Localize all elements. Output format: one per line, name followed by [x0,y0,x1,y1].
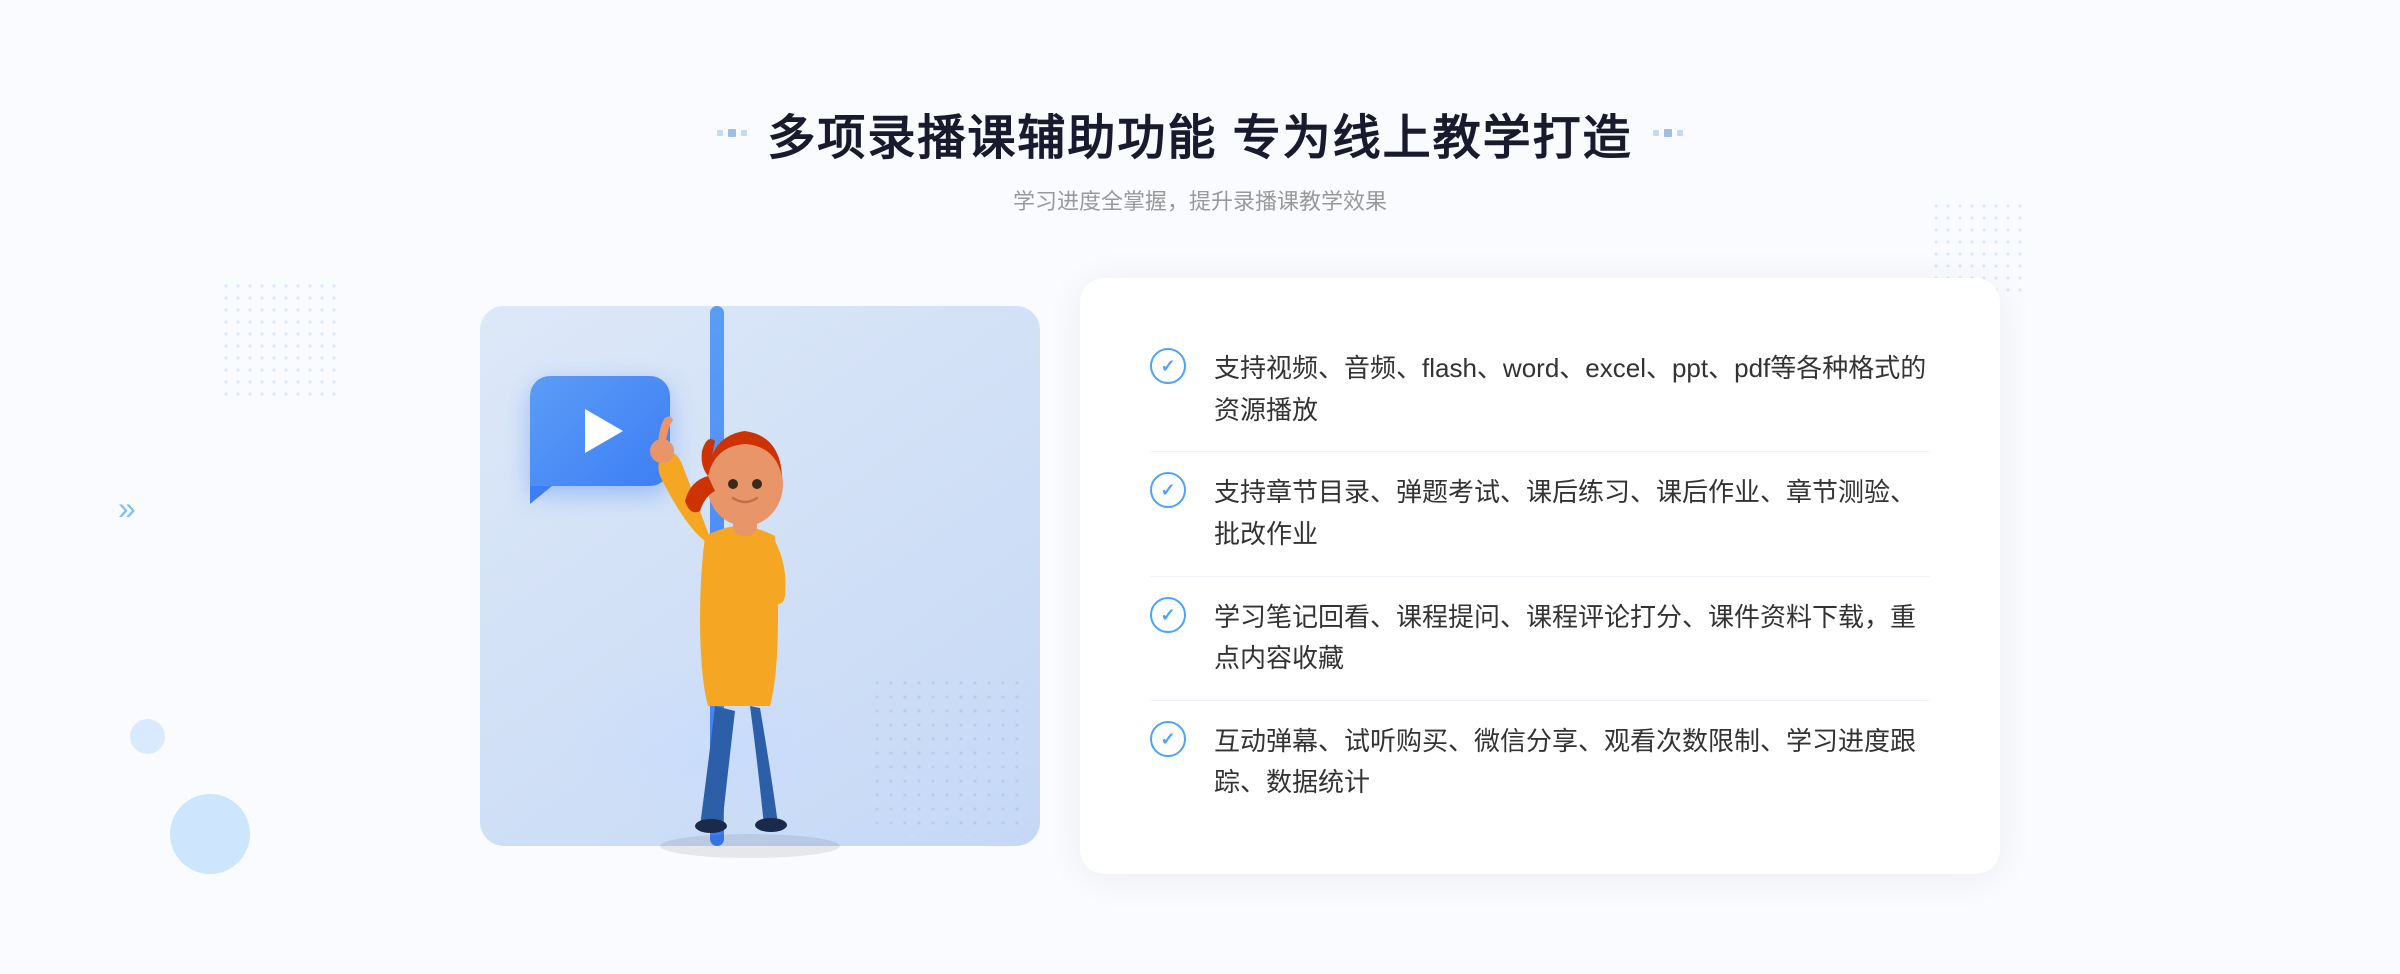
check-mark-3: ✓ [1160,606,1175,624]
title-row: 多项录播课辅助功能 专为线上教学打造 [717,98,1682,168]
image-panel [400,276,1080,876]
check-circle-4: ✓ [1150,721,1186,757]
title-dots-right [1653,129,1683,137]
title-dots-left [717,129,747,137]
feature-item-4: ✓ 互动弹幕、试听购买、微信分享、观看次数限制、学习进度跟踪、数据统计 [1150,700,1930,824]
dot-1 [717,130,723,136]
check-mark-4: ✓ [1160,730,1175,748]
feature-text-1: 支持视频、音频、flash、word、excel、ppt、pdf等各种格式的资源… [1214,348,1930,431]
check-circle-1: ✓ [1150,348,1186,384]
page-wrapper: » 多项录播课辅助功能 专为线上教学打造 学习进度全掌握，提升录播课教学效果 [0,0,2400,974]
dot-5 [1664,129,1672,137]
page-subtitle: 学习进度全掌握，提升录播课教学效果 [717,184,1682,216]
circle-decoration-small [130,719,165,754]
feature-text-4: 互动弹幕、试听购买、微信分享、观看次数限制、学习进度跟踪、数据统计 [1214,721,1930,804]
check-circle-3: ✓ [1150,597,1186,633]
dot-4 [1653,130,1659,136]
dot-6 [1677,130,1683,136]
person-illustration [600,336,900,866]
header-section: 多项录播课辅助功能 专为线上教学打造 学习进度全掌握，提升录播课教学效果 [717,98,1682,216]
dots-decoration-left [220,280,340,400]
feature-item-1: ✓ 支持视频、音频、flash、word、excel、ppt、pdf等各种格式的… [1150,328,1930,451]
dot-3 [741,130,747,136]
feature-text-2: 支持章节目录、弹题考试、课后练习、课后作业、章节测验、批改作业 [1214,472,1930,555]
feature-text-3: 学习笔记回看、课程提问、课程评论打分、课件资料下载，重点内容收藏 [1214,597,1930,680]
arrow-decoration-left: » [118,490,136,527]
dot-2 [728,129,736,137]
feature-item-2: ✓ 支持章节目录、弹题考试、课后练习、课后作业、章节测验、批改作业 [1150,451,1930,575]
feature-item-3: ✓ 学习笔记回看、课程提问、课程评论打分、课件资料下载，重点内容收藏 [1150,576,1930,700]
check-circle-2: ✓ [1150,472,1186,508]
circle-decoration-left [170,794,250,874]
check-mark-1: ✓ [1160,357,1175,375]
content-panel: ✓ 支持视频、音频、flash、word、excel、ppt、pdf等各种格式的… [1080,278,2000,874]
page-title: 多项录播课辅助功能 专为线上教学打造 [767,98,1632,168]
person-svg [600,336,900,866]
check-mark-2: ✓ [1160,481,1175,499]
main-content: ✓ 支持视频、音频、flash、word、excel、ppt、pdf等各种格式的… [400,276,2000,876]
